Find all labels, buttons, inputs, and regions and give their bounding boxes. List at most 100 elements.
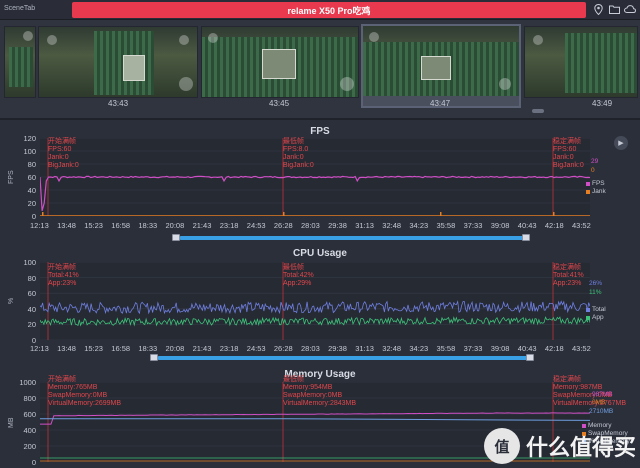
y-tick-label: 40	[27, 186, 36, 195]
x-tick-label: 35:58	[436, 344, 456, 353]
event-annotation: 最低帧 Total:42% App:29%	[283, 264, 314, 287]
watermark: 值 什么值得买	[483, 428, 636, 464]
x-tick-label: 20:08	[165, 344, 185, 353]
strip-scrollbar[interactable]	[532, 109, 544, 113]
thumbnail-time: 43:45	[269, 99, 290, 108]
virtualmemory-series-line	[40, 418, 590, 421]
cloud-icon[interactable]	[624, 3, 636, 15]
x-tick-label: 42:18	[544, 344, 564, 353]
x-tick-label: 34:23	[409, 221, 429, 230]
x-tick-label: 16:58	[111, 221, 131, 230]
x-tick-label: 18:33	[138, 344, 158, 353]
fps-range-bar[interactable]	[180, 236, 524, 240]
y-tick-label: 100	[23, 258, 36, 267]
x-tick-label: 28:03	[301, 221, 320, 230]
x-tick-label: 24:53	[246, 221, 266, 230]
cpu-panel: CPU Usage % 100 80 60 40 20 0 开始满帧 Total:41% …	[0, 246, 640, 368]
x-tick-label: 16:58	[111, 344, 131, 353]
fps-current: 29	[591, 158, 599, 165]
event-annotation: 开始满帧 Memory:765MB SwapMemory:0MB Virtual…	[48, 376, 122, 407]
x-tick-label: 29:38	[328, 344, 347, 353]
cpu-range-end-handle[interactable]	[526, 354, 534, 361]
cpu-range-start-handle[interactable]	[150, 354, 158, 361]
thumbnail-2[interactable]	[201, 26, 359, 98]
y-tick-label: 0	[31, 212, 36, 221]
thumbnail-1[interactable]	[38, 26, 198, 98]
cpu-total-current: 26%	[589, 280, 603, 287]
cpu-ylabel: %	[8, 297, 15, 304]
y-tick-label: 400	[23, 426, 36, 435]
cpu-total-series-line	[40, 300, 590, 315]
virtual-current: 2710MB	[589, 408, 614, 415]
y-tick-label: 800	[23, 394, 36, 403]
jank-spike	[42, 212, 44, 216]
y-tick-label: 20	[27, 320, 36, 330]
thumbnail-4[interactable]	[524, 26, 638, 98]
x-tick-label: 35:58	[436, 221, 456, 230]
x-tick-label: 29:38	[328, 221, 347, 230]
event-annotation: 稳定满帧 Total:41% App:23%	[553, 264, 584, 287]
fps-title: FPS	[310, 126, 330, 137]
x-tick-label: 37:33	[463, 221, 483, 230]
x-tick-label: 21:43	[192, 221, 212, 230]
thumbnail-time: 43:49	[592, 99, 613, 108]
y-tick-label: 1000	[19, 378, 36, 387]
x-tick-label: 39:08	[490, 221, 510, 230]
jank-spike	[553, 212, 555, 216]
x-tick-label: 15:23	[84, 344, 103, 353]
folder-icon[interactable]	[608, 3, 620, 15]
swap-current: 0MB	[592, 399, 606, 406]
x-tick-label: 34:23	[409, 344, 429, 353]
memory-current: 987MB	[592, 391, 613, 398]
scene-tab[interactable]: SceneTab	[4, 5, 35, 12]
x-tick-label: 37:33	[463, 344, 483, 353]
x-tick-label: 40:43	[517, 221, 537, 230]
location-icon[interactable]	[592, 3, 604, 15]
legend-jank: Jank	[586, 188, 606, 195]
y-tick-label: 120	[23, 134, 36, 143]
y-tick-label: 60	[27, 173, 36, 182]
legend-total: Total	[586, 306, 606, 313]
play-icon[interactable]: ▶	[614, 136, 628, 150]
x-tick-label: 23:18	[219, 344, 239, 353]
cpu-title: CPU Usage	[293, 248, 347, 259]
thumbnail-partial[interactable]	[4, 26, 36, 98]
fps-range-start-handle[interactable]	[172, 234, 180, 241]
y-tick-label: 100	[23, 147, 36, 156]
y-tick-label: 20	[27, 199, 36, 208]
x-tick-label: 32:48	[382, 344, 402, 353]
session-title: relame X50 Pro吃鸡	[72, 2, 586, 18]
jank-spike	[283, 212, 285, 216]
cpu-app-current: 11%	[589, 289, 602, 296]
jank-current: 0	[591, 167, 595, 174]
fps-plot	[40, 138, 590, 216]
legend-app: App	[586, 314, 604, 321]
event-annotation: 稳定满帧 Memory:987MB SwapMemory:0MB Virtual…	[553, 376, 627, 407]
thumbnail-3-selected[interactable]	[361, 24, 521, 108]
x-tick-label: 42:18	[544, 221, 564, 230]
event-annotation: 稳定满帧 FPS:60 Jank:0 BigJank:0	[553, 138, 584, 169]
x-tick-label: 32:48	[382, 221, 402, 230]
y-tick-label: 200	[23, 442, 36, 451]
y-tick-label: 0	[31, 458, 36, 467]
x-tick-label: 15:23	[84, 221, 103, 230]
x-tick-label: 26:28	[273, 344, 293, 353]
x-tick-label: 43:52	[572, 221, 591, 230]
screenshot-strip: 43:43 43:45 43:47 43:49	[0, 20, 640, 118]
event-annotation: 开始满帧 FPS:60 Jank:0 BigJank:0	[48, 138, 79, 169]
x-tick-label: 24:53	[246, 344, 266, 353]
thumbnail-time: 43:43	[108, 99, 129, 108]
cpu-range-bar[interactable]	[158, 356, 528, 360]
event-annotation: 开始满帧 Total:41% App:23%	[48, 264, 79, 287]
x-tick-label: 31:13	[355, 221, 374, 230]
x-tick-label: 31:13	[355, 344, 374, 353]
x-tick-label: 39:08	[490, 344, 510, 353]
y-tick-label: 600	[23, 410, 36, 419]
toolbar-icons	[592, 3, 636, 15]
y-tick-label: 80	[27, 273, 36, 283]
y-tick-label: 40	[27, 304, 36, 314]
fps-range-end-handle[interactable]	[522, 234, 530, 241]
cpu-plot	[40, 262, 590, 340]
x-tick-label: 12:13	[30, 221, 49, 230]
x-tick-label: 23:18	[219, 221, 239, 230]
